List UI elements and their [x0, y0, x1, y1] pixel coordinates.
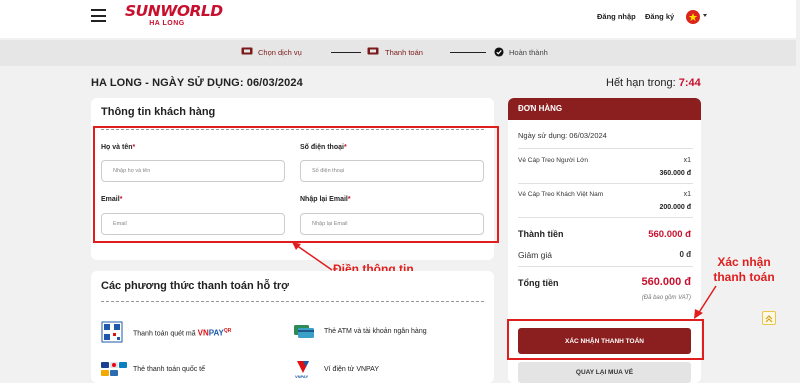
- order-item-price: 360.000 đ: [659, 170, 691, 177]
- annotation-arrow-icon: [292, 242, 333, 271]
- page-title: HA LONG - NGÀY SỬ DỤNG: 06/03/2024: [91, 77, 303, 89]
- sunworld-logo[interactable]: SUNWORLD HA LONG: [125, 2, 223, 32]
- scroll-to-top-button[interactable]: [762, 311, 776, 325]
- divider: [518, 148, 693, 149]
- payment-option-qr[interactable]: Thanh toán quét mã VNPAYQR: [133, 328, 231, 337]
- order-item-name: Vé Cáp Treo Khách Việt Nam: [518, 191, 604, 198]
- form-highlight-box: [93, 126, 499, 243]
- payment-option-atm[interactable]: Thẻ ATM và tài khoản ngân hàng: [324, 328, 427, 335]
- customer-info-title: Thông tin khách hàng: [101, 106, 216, 118]
- payment-option-international[interactable]: Thẻ thanh toán quốc tế: [133, 366, 205, 373]
- check-circle-icon: [494, 47, 504, 57]
- vat-note: (Đã bao gồm VAT): [641, 295, 691, 301]
- login-link[interactable]: Đăng nhập: [597, 12, 636, 21]
- divider: [518, 183, 693, 184]
- vnpay-wallet-icon: VNPAY: [295, 361, 309, 379]
- order-item-price: 200.000 đ: [659, 204, 691, 211]
- subtotal-label: Thành tiền: [518, 229, 564, 239]
- step-divider: [331, 52, 361, 53]
- chevron-down-icon[interactable]: [703, 14, 707, 17]
- bank-card-icon: [294, 325, 314, 338]
- vietnam-flag-icon[interactable]: [686, 10, 700, 24]
- divider: [101, 301, 484, 302]
- order-date: Ngày sử dụng: 06/03/2024: [518, 131, 607, 140]
- annotation-arrow-icon: [694, 285, 717, 319]
- page-scrollbar[interactable]: [796, 0, 800, 383]
- payment-option-vnpay-wallet[interactable]: Ví điện tử VNPAY: [324, 366, 379, 373]
- divider: [518, 266, 693, 267]
- back-to-tickets-button[interactable]: QUAY LẠI MUA VÉ: [518, 362, 691, 383]
- expiry-timer: Hết hạn trong: 7:44: [606, 77, 701, 89]
- credit-card-icon: [101, 362, 127, 376]
- confirm-highlight-box: [507, 319, 704, 360]
- total-label: Tổng tiền: [518, 278, 559, 288]
- order-title: ĐƠN HÀNG: [508, 98, 701, 120]
- ticket-icon: [241, 47, 253, 55]
- step-complete: Hoàn thành: [509, 48, 548, 57]
- step-choose-service[interactable]: Chọn dịch vụ: [258, 48, 302, 57]
- discount-label: Giảm giá: [518, 250, 553, 260]
- order-item-qty: x1: [683, 157, 691, 164]
- step-payment: Thanh toán: [385, 48, 423, 57]
- register-link[interactable]: Đăng ký: [645, 12, 674, 21]
- ticket-icon: [367, 47, 379, 55]
- confirm-payment-annotation: Xác nhận thanh toán: [713, 255, 775, 284]
- order-item-qty: x1: [683, 191, 691, 198]
- qr-code-icon: [101, 321, 123, 343]
- svg-text:VNPAY: VNPAY: [295, 374, 308, 379]
- chevron-up-icon: [765, 315, 773, 323]
- subtotal-value: 560.000 đ: [648, 229, 691, 240]
- top-header: SUNWORLD HA LONG Đăng nhập Đăng ký: [0, 0, 800, 38]
- checkout-steps: Chọn dịch vụ Thanh toán Hoàn thành: [0, 40, 800, 66]
- order-item-name: Vé Cáp Treo Người Lớn: [518, 157, 588, 164]
- total-value: 560.000 đ: [641, 276, 691, 288]
- payment-methods-title: Các phương thức thanh toán hỗ trợ: [101, 280, 290, 292]
- divider: [518, 217, 693, 218]
- menu-icon[interactable]: [91, 9, 106, 22]
- step-divider: [450, 52, 486, 53]
- discount-value: 0 đ: [679, 250, 691, 259]
